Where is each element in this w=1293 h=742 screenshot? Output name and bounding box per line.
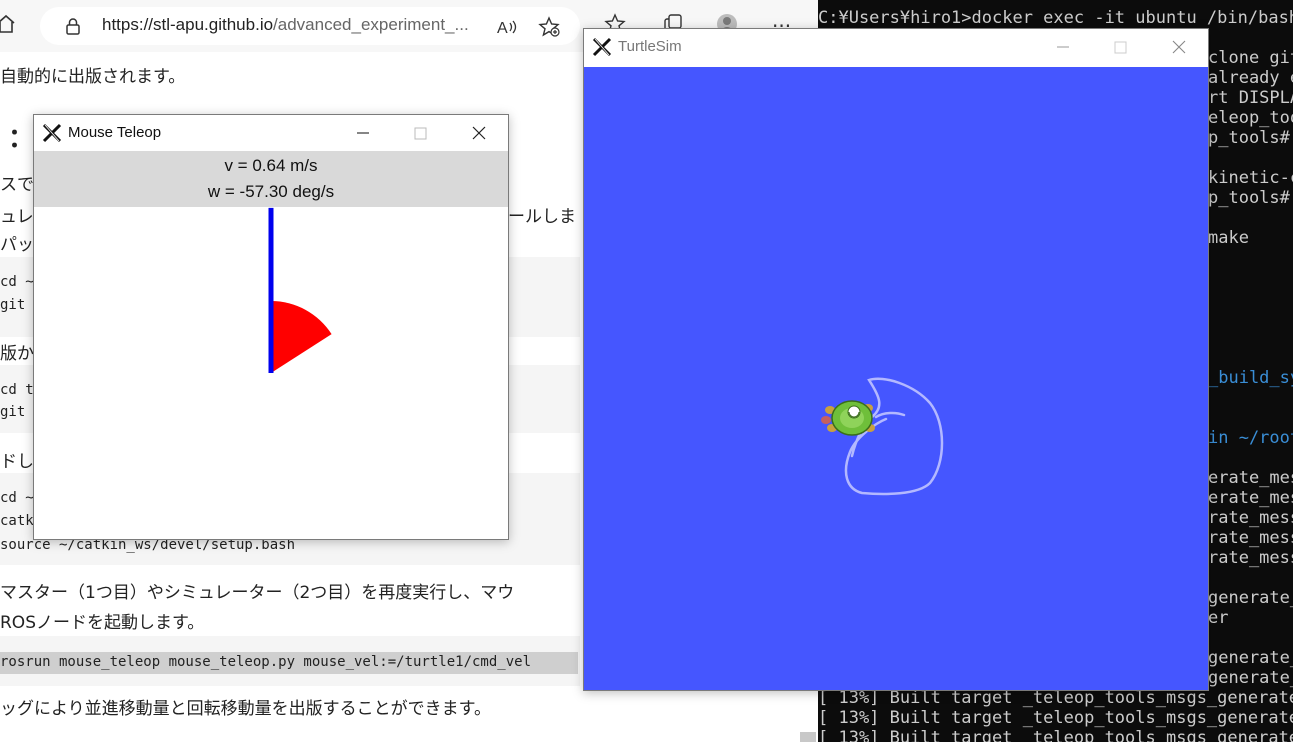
terminal-line: clone git <box>1208 48 1293 68</box>
turtle-trail <box>844 377 944 496</box>
page-text-line: 自動的に出版されます。 <box>0 67 186 87</box>
terminal-line: er <box>1208 608 1229 628</box>
terminal-line: kinetic-c <box>1208 168 1293 188</box>
turtle-trail <box>874 411 906 419</box>
close-icon[interactable] <box>450 115 508 151</box>
close-icon[interactable] <box>1150 29 1208 65</box>
page-text-line: マスター（1つ目）やシミュレーター（2つ目）を再度実行し、マウ <box>0 583 515 603</box>
command-line[interactable]: rosrun mouse_teleop mouse_teleop.py mous… <box>0 654 531 670</box>
terminal-line: erate_mess <box>1208 488 1293 508</box>
page-text-fragment: スで <box>0 175 34 195</box>
terminal-line: rate_mess <box>1208 508 1293 528</box>
angular-velocity-label: w = -57.30 deg/s <box>207 182 335 201</box>
terminal-line: rate_mess <box>1208 528 1293 548</box>
turtlesim-titlebar[interactable]: TurtleSim <box>584 29 1208 65</box>
home-icon[interactable] <box>0 12 18 36</box>
turtlesim-canvas <box>584 67 1208 690</box>
minimize-icon[interactable] <box>334 115 392 151</box>
page-text-fragment: ールしま <box>508 207 576 227</box>
mouse-teleop-window: Mouse Teleop v = 0.64 m/s w = -57.30 deg… <box>33 114 509 540</box>
terminal-line: erate_mess <box>1208 468 1293 488</box>
window-title: Mouse Teleop <box>68 124 162 141</box>
turtle-sprite <box>821 400 875 436</box>
terminal-line: eleop_too <box>1208 108 1293 128</box>
minimize-icon[interactable] <box>1034 29 1092 65</box>
page-text-fragment: パッ <box>0 235 34 255</box>
url-text[interactable]: https://stl-apu.github.io/advanced_exper… <box>102 15 469 35</box>
favorite-icon[interactable] <box>538 16 560 38</box>
url-domain: https://stl-apu.github.io <box>102 15 274 34</box>
window-title: TurtleSim <box>618 38 682 55</box>
linear-velocity-bar <box>268 207 274 373</box>
page-text-fragment: ュレ <box>0 207 34 227</box>
lock-icon[interactable] <box>64 17 82 35</box>
terminal-line: generate_ <box>1208 668 1293 688</box>
page-text-fragment: 版か <box>0 344 34 364</box>
turtlesim-window: TurtleSim <box>583 28 1209 691</box>
url-path: /advanced_experiment_... <box>273 15 469 34</box>
terminal-line: p_tools# <box>1208 128 1290 148</box>
terminal-line: rt DISPLA <box>1208 88 1293 108</box>
terminal-line: C:¥Users¥hiro1>docker exec -it ubuntu /b… <box>818 8 1293 28</box>
terminal-line: in ~/root <box>1208 428 1293 448</box>
maximize-icon[interactable] <box>1092 29 1150 65</box>
terminal-line: make <box>1208 228 1249 248</box>
terminal-line: generate_ <box>1208 648 1293 668</box>
x11-logo-icon <box>592 37 612 57</box>
read-aloud-icon[interactable]: A <box>496 16 518 38</box>
page-text-line: ッグにより並進移動量と回転移動量を出版することができます。 <box>0 699 491 719</box>
angular-velocity-wedge <box>271 301 332 373</box>
terminal-line: p_tools# <box>1208 188 1290 208</box>
page-text-fragment: ドし <box>0 452 34 472</box>
velocity-status-panel: v = 0.64 m/s w = -57.30 deg/s <box>34 151 508 207</box>
terminal-line: _build_sy <box>1208 368 1293 388</box>
mouse-teleop-titlebar[interactable]: Mouse Teleop <box>34 115 508 151</box>
terminal-line: already e <box>1208 68 1293 88</box>
heading-colon: ： <box>8 124 35 154</box>
linear-velocity-label: v = 0.64 m/s <box>224 156 318 175</box>
terminal-line: generate_ <box>1208 588 1293 608</box>
svg-text:A: A <box>497 20 508 37</box>
address-bar[interactable]: https://stl-apu.github.io/advanced_exper… <box>40 7 580 45</box>
terminal-line: [ 13%] Built target _teleop_tools_msgs_g… <box>818 728 1293 742</box>
page-text-line: ROSノードを起動します。 <box>0 613 205 633</box>
teleop-drag-canvas[interactable] <box>34 207 508 539</box>
scrollbar-thumb[interactable] <box>800 732 816 742</box>
terminal-line: [ 13%] Built target _teleop_tools_msgs_g… <box>818 688 1293 708</box>
x11-logo-icon <box>42 123 62 143</box>
terminal-line: rate_mess <box>1208 548 1293 568</box>
maximize-icon[interactable] <box>392 115 450 151</box>
terminal-line: [ 13%] Built target _teleop_tools_msgs_g… <box>818 708 1293 728</box>
